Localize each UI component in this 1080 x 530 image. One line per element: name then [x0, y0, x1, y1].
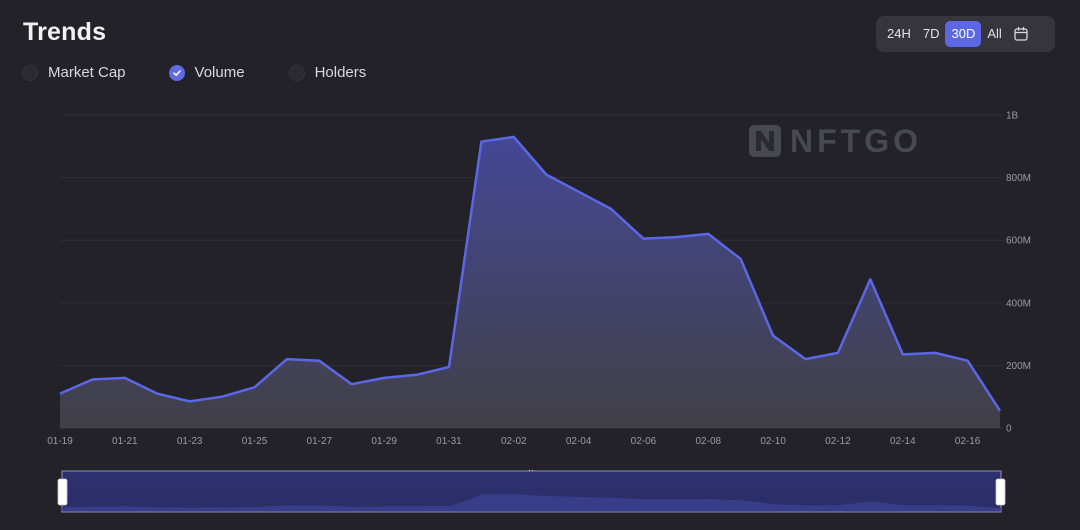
volume-area: [60, 136, 1000, 428]
x-tick-label: 02-06: [631, 436, 657, 447]
x-tick-label: 01-19: [47, 436, 73, 447]
navigator-handle-left[interactable]: [57, 478, 68, 506]
volume-chart: NFTGO 0 200M 400M 600M 800M 1B 01-19 01-21 01-23…: [47, 111, 1031, 513]
range-navigator[interactable]: ‥: [57, 463, 1006, 513]
x-tick-label: 01-23: [177, 436, 203, 447]
navigator-handle-right[interactable]: [995, 478, 1006, 506]
x-tick-label: 02-16: [955, 436, 981, 447]
y-tick-label: 1B: [1006, 111, 1019, 122]
y-tick-label: 600M: [1006, 236, 1031, 247]
y-tick-label: 200M: [1006, 361, 1031, 372]
x-tick-label: 01-31: [436, 436, 462, 447]
x-tick-label: 01-21: [112, 436, 138, 447]
x-tick-label: 02-04: [566, 436, 592, 447]
x-tick-label: 01-25: [242, 436, 268, 447]
watermark-text: NFTGO: [790, 123, 922, 159]
x-tick-label: 01-27: [307, 436, 333, 447]
y-tick-label: 400M: [1006, 298, 1031, 309]
x-tick-label: 02-12: [825, 436, 851, 447]
nftgo-watermark: NFTGO: [749, 123, 922, 159]
x-tick-label: 01-29: [371, 436, 397, 447]
x-tick-label: 02-14: [890, 436, 916, 447]
navigator-grip-icon[interactable]: ‥: [528, 463, 534, 473]
x-tick-label: 02-10: [760, 436, 786, 447]
x-tick-label: 02-08: [695, 436, 721, 447]
y-tick-label: 800M: [1006, 173, 1031, 184]
x-tick-label: 02-02: [501, 436, 527, 447]
y-tick-label: 0: [1006, 424, 1012, 435]
